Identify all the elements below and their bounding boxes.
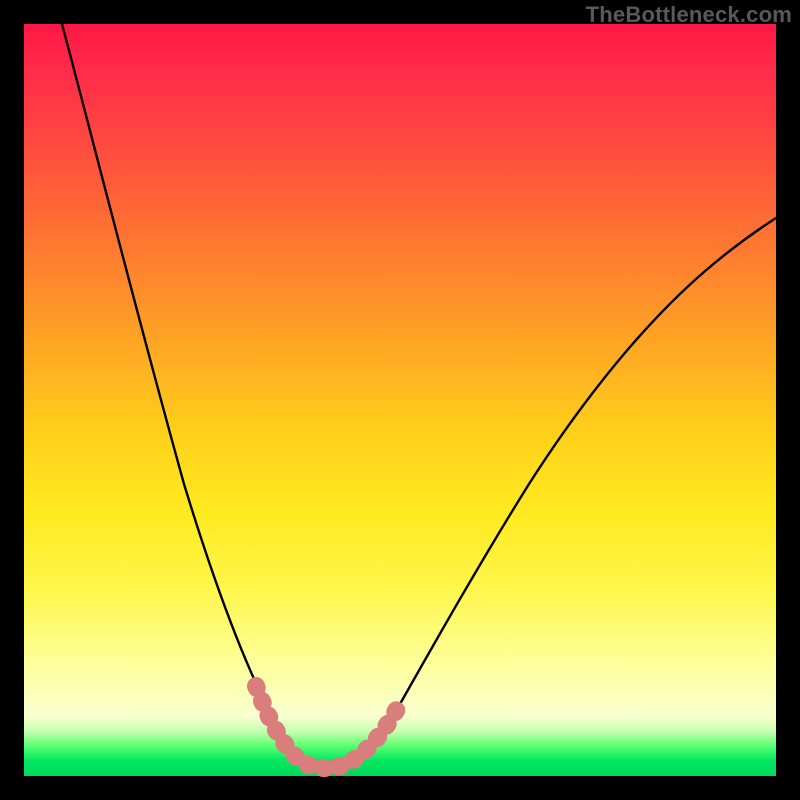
plot-area: [24, 24, 776, 776]
chart-frame: TheBottleneck.com: [0, 0, 800, 800]
curve-layer: [24, 24, 776, 776]
highlight-band: [256, 686, 402, 768]
bottleneck-curve: [62, 24, 776, 768]
